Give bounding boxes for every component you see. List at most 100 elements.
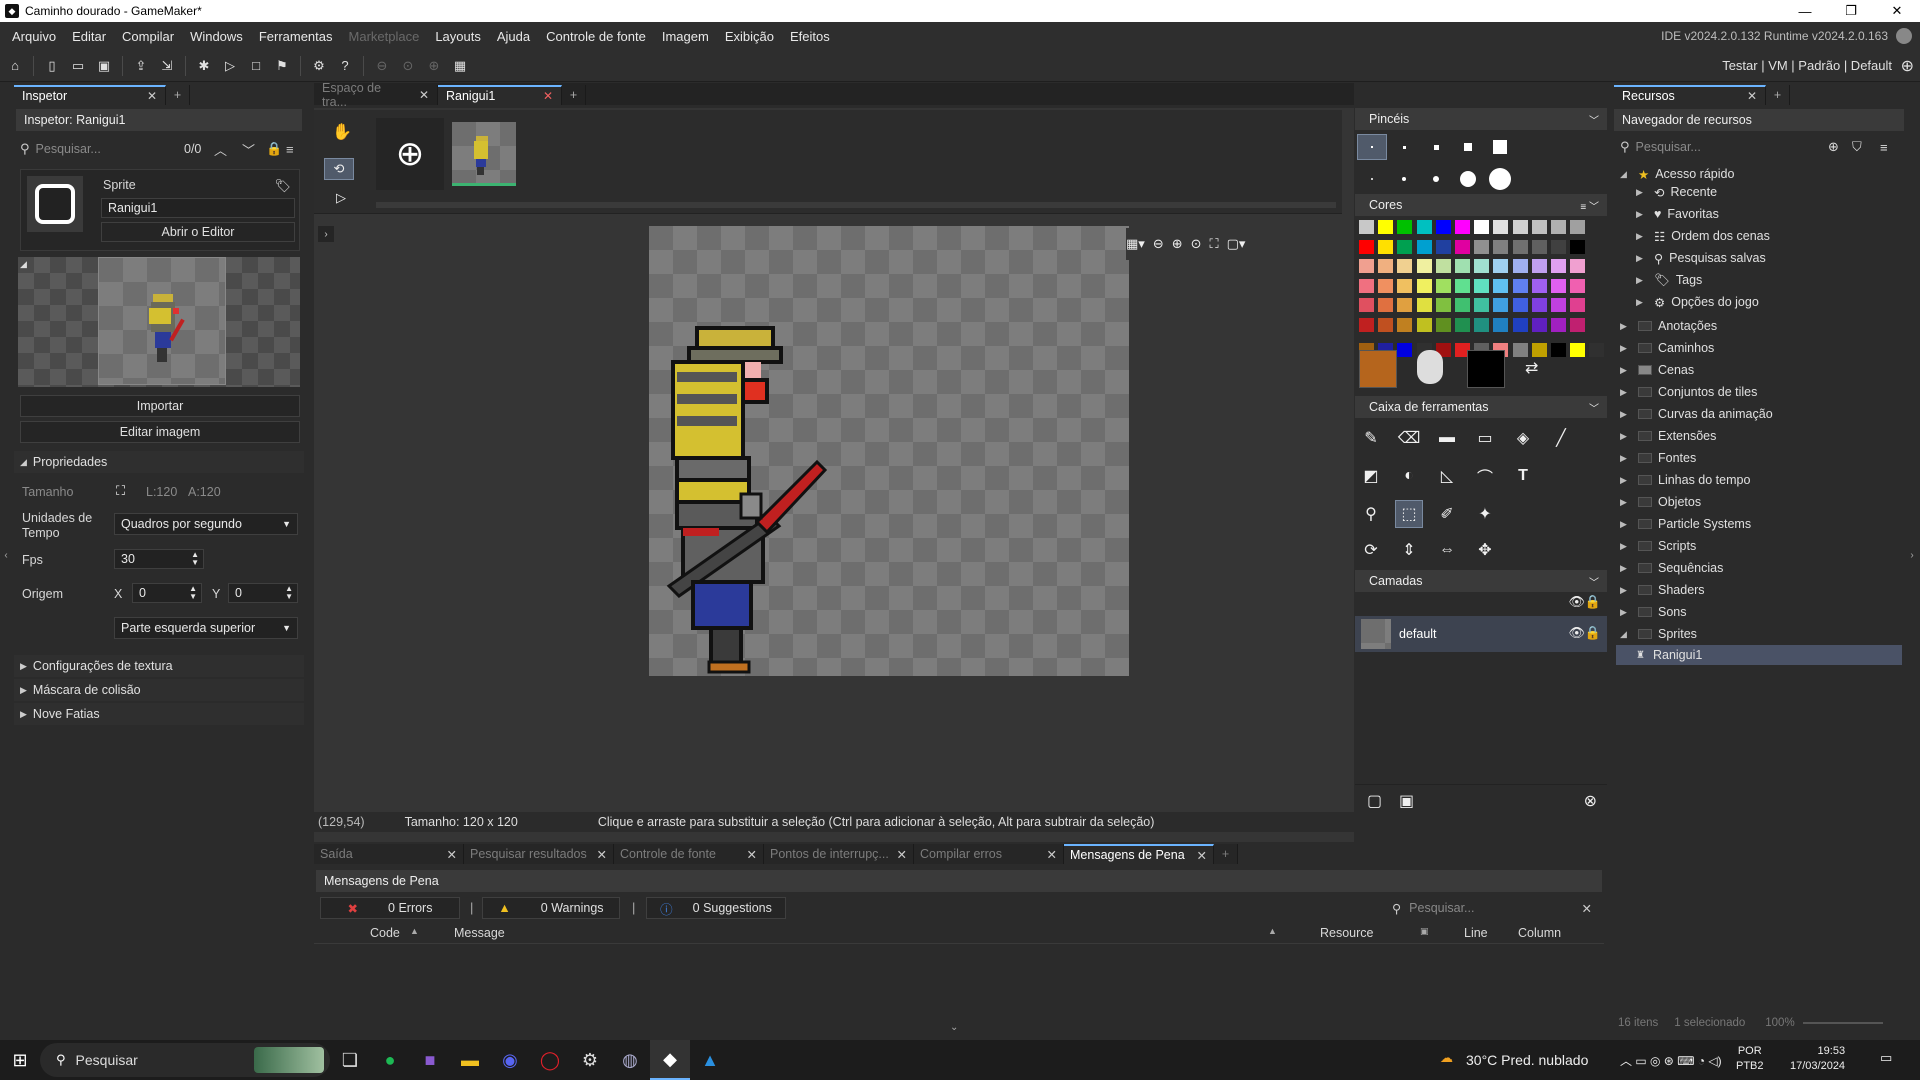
debug-icon[interactable]: ✱ xyxy=(193,55,215,77)
notifications-icon[interactable]: ▭ xyxy=(1880,1050,1892,1066)
color-swatch[interactable] xyxy=(1570,298,1586,312)
tab-inspector[interactable]: Inspetor ✕ xyxy=(14,85,166,105)
color-swatch[interactable] xyxy=(1551,298,1566,312)
flip-horizontal-icon[interactable]: ⇔ xyxy=(1433,536,1461,564)
add-resource-tab-button[interactable]: + xyxy=(1766,85,1790,105)
col-message[interactable]: Message xyxy=(454,926,505,940)
primary-color[interactable] xyxy=(1359,350,1397,388)
pencil-tool-icon[interactable]: ✎ xyxy=(1357,424,1385,452)
play-icon[interactable]: ▷ xyxy=(336,190,346,206)
brushes-header[interactable]: Pincéis ﹀ xyxy=(1355,108,1607,130)
color-swatch[interactable] xyxy=(1474,220,1490,234)
expand-icon[interactable]: › xyxy=(318,226,334,242)
line-tool-icon[interactable]: ╱ xyxy=(1547,424,1575,452)
eyedropper-icon[interactable]: ⚲ xyxy=(1357,500,1385,528)
tag-icon[interactable]: 🏷 xyxy=(274,178,291,194)
canvas-options-icon[interactable]: ▢▾ xyxy=(1227,236,1246,252)
select-rect-icon[interactable]: ⬚ xyxy=(1395,500,1423,528)
lock-all-icon[interactable]: 🔒 xyxy=(1585,594,1601,610)
quick-recent[interactable]: ▶ ⟲ Recente xyxy=(1636,183,1717,201)
rectangle-tool-icon[interactable]: ◩ xyxy=(1357,462,1385,490)
folder-tilesets[interactable]: ▶ Conjuntos de tiles xyxy=(1620,383,1757,401)
windows-start-icon[interactable]: ⊞ xyxy=(0,1040,40,1080)
layer-eye-icon[interactable]: 👁 xyxy=(1568,625,1585,641)
save-icon[interactable]: ▣ xyxy=(93,55,115,77)
folder-sprites[interactable]: ◢ Sprites xyxy=(1620,625,1697,643)
weather-text[interactable]: 30°C Pred. nublado xyxy=(1466,1052,1588,1068)
inspector-search-input[interactable]: Pesquisar... xyxy=(36,142,101,156)
color-swatch[interactable] xyxy=(1493,278,1509,293)
color-swatch[interactable] xyxy=(1455,317,1470,332)
target-selector[interactable]: Testar | VM | Padrão | Default xyxy=(1722,58,1892,73)
tab-breakpoints[interactable]: Pontos de interrupç... ✕ xyxy=(764,844,914,864)
folder-paths[interactable]: ▶ Caminhos xyxy=(1620,339,1714,357)
add-tab-button[interactable]: + xyxy=(166,85,190,105)
folder-rooms[interactable]: ▶ Cenas xyxy=(1620,361,1694,379)
color-swatch[interactable] xyxy=(1474,239,1490,254)
color-swatch[interactable] xyxy=(1455,259,1470,273)
profile-icon[interactable] xyxy=(1896,28,1912,44)
folder-sounds[interactable]: ▶ Sons xyxy=(1620,603,1687,621)
opera-icon[interactable]: ◯ xyxy=(530,1040,570,1080)
fit-canvas-icon[interactable]: ⛶ xyxy=(1210,236,1219,252)
brush-10[interactable] xyxy=(1485,166,1515,192)
toolbox-header[interactable]: Caixa de ferramentas ﹀ xyxy=(1355,396,1607,418)
zoom-out-icon[interactable]: ⊖ xyxy=(371,55,393,77)
errors-filter[interactable]: ✖ 0 Errors xyxy=(320,897,460,919)
color-swatch[interactable] xyxy=(1397,278,1413,293)
color-swatch[interactable] xyxy=(1512,317,1528,332)
left-collapse-icon[interactable]: ‹ xyxy=(0,550,12,561)
color-swatch[interactable] xyxy=(1378,278,1394,293)
color-swatch[interactable] xyxy=(1493,239,1509,254)
menu-ajuda[interactable]: Ajuda xyxy=(489,29,538,44)
warnings-filter[interactable]: ▲ 0 Warnings xyxy=(482,897,620,919)
color-swatch[interactable] xyxy=(1531,259,1547,273)
color-swatch[interactable] xyxy=(1493,259,1509,273)
taskbar-search[interactable]: ⚲ Pesquisar xyxy=(40,1043,330,1077)
color-swatch[interactable] xyxy=(1416,220,1432,234)
right-collapse-icon[interactable]: › xyxy=(1906,550,1918,561)
chevron-down-icon[interactable]: ﹀ xyxy=(242,140,255,159)
zoom-out-canvas-icon[interactable]: ⊖ xyxy=(1153,236,1164,252)
spotify-icon[interactable]: ● xyxy=(370,1040,410,1080)
tab-workspace[interactable]: Espaço de tra... ✕ xyxy=(314,81,438,109)
edit-image-button[interactable]: Editar imagem xyxy=(20,421,300,443)
lasso-icon[interactable]: ✐ xyxy=(1433,500,1461,528)
video-app-icon[interactable]: ■ xyxy=(410,1040,450,1080)
close-tab-icon[interactable]: ✕ xyxy=(147,89,157,103)
folder-shaders[interactable]: ▶ Shaders xyxy=(1620,581,1705,599)
file-explorer-icon[interactable]: ▬ xyxy=(450,1040,490,1080)
zoom-reset-canvas-icon[interactable]: ⊙ xyxy=(1191,236,1202,252)
color-swatch[interactable] xyxy=(1531,220,1547,234)
color-swatch[interactable] xyxy=(1435,298,1451,312)
new-file-icon[interactable]: ▯ xyxy=(41,55,63,77)
color-swatch[interactable] xyxy=(1551,220,1566,234)
menu-layouts[interactable]: Layouts xyxy=(427,29,489,44)
zoom-slider[interactable] xyxy=(1802,1022,1883,1024)
color-swatch[interactable] xyxy=(1416,278,1432,293)
rotate-icon[interactable]: ⟳ xyxy=(1357,536,1385,564)
folder-animation-curves[interactable]: ▶ Curvas da animação xyxy=(1620,405,1773,423)
resource-ranigui1[interactable]: ♜ Ranigui1 xyxy=(1616,645,1902,665)
menu-exibicao[interactable]: Exibição xyxy=(717,29,782,44)
menu-ferramentas[interactable]: Ferramentas xyxy=(251,29,341,44)
properties-section[interactable]: ◢ Propriedades xyxy=(14,451,304,473)
tab-output[interactable]: Saída ✕ xyxy=(314,844,464,864)
color-swatch[interactable] xyxy=(1512,220,1528,234)
menu-marketplace[interactable]: Marketplace xyxy=(341,29,428,44)
resize-icon[interactable]: ⛶ xyxy=(116,483,125,499)
color-swatch[interactable] xyxy=(1359,259,1374,273)
settings-icon[interactable]: ⚙ xyxy=(308,55,330,77)
brush-2[interactable] xyxy=(1389,134,1419,160)
color-swatch[interactable] xyxy=(1397,239,1413,254)
grid-icon[interactable]: ▦ xyxy=(449,55,471,77)
color-swatch[interactable] xyxy=(1531,278,1547,293)
quick-favorites[interactable]: ▶ ♥ Favoritas xyxy=(1636,205,1719,223)
collapse-icon[interactable]: ◢ xyxy=(20,259,27,270)
color-swatch[interactable] xyxy=(1397,298,1413,312)
color-swatch[interactable] xyxy=(1493,317,1509,332)
color-swatch[interactable] xyxy=(1455,298,1470,312)
color-swatch[interactable] xyxy=(1455,278,1470,293)
zoom-in-icon[interactable]: ⊕ xyxy=(423,55,445,77)
layer-folder-icon[interactable]: ▣ xyxy=(1399,791,1414,811)
